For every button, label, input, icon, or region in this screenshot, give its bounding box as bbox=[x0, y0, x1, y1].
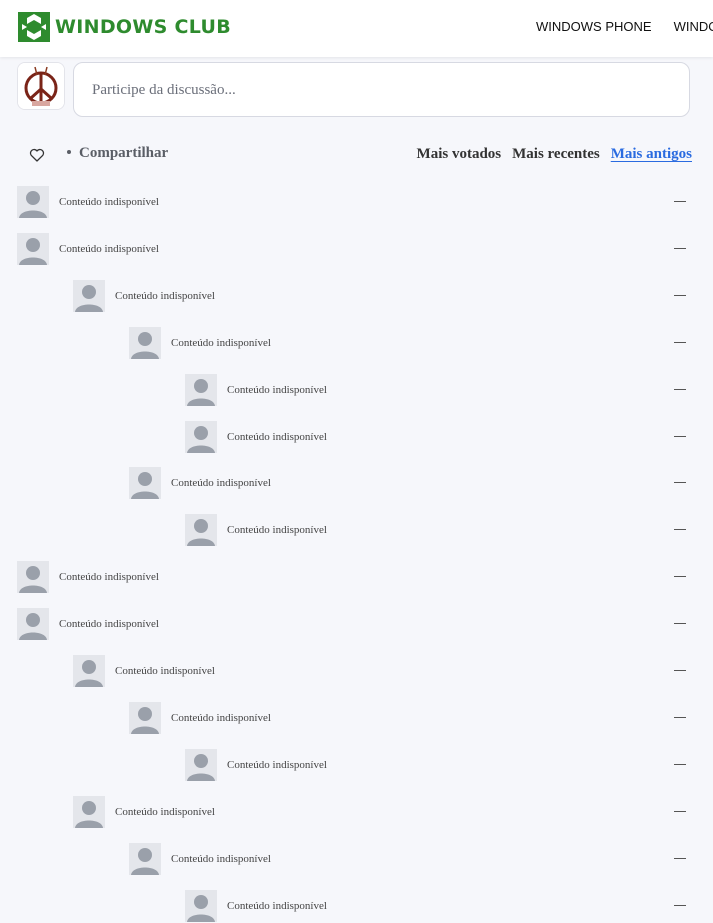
comment-item: Conteúdo indisponível bbox=[17, 232, 377, 266]
comment-item: Conteúdo indisponível bbox=[17, 185, 377, 219]
collapse-minus-icon[interactable] bbox=[674, 436, 686, 437]
comment-text: Conteúdo indisponível bbox=[227, 384, 327, 396]
comment-text: Conteúdo indisponível bbox=[227, 524, 327, 536]
avatar-placeholder-icon[interactable] bbox=[73, 280, 105, 312]
collapse-minus-icon[interactable] bbox=[674, 576, 686, 577]
collapse-minus-icon[interactable] bbox=[674, 201, 686, 202]
current-user-avatar[interactable] bbox=[17, 62, 65, 110]
comment-text: Conteúdo indisponível bbox=[59, 196, 159, 208]
collapse-minus-icon[interactable] bbox=[674, 764, 686, 765]
comment-text: Conteúdo indisponível bbox=[171, 712, 271, 724]
discussion-toolbar: Compartilhar Mais votados Mais recentes Ma… bbox=[0, 140, 713, 170]
collapse-minus-icon[interactable] bbox=[674, 529, 686, 530]
avatar-placeholder-icon[interactable] bbox=[17, 561, 49, 593]
sort-oldest[interactable]: Mais antigos bbox=[611, 146, 692, 162]
comment-item: Conteúdo indisponível bbox=[185, 373, 545, 407]
collapse-minus-icon[interactable] bbox=[674, 389, 686, 390]
share-button[interactable]: Compartilhar bbox=[67, 145, 168, 162]
peace-avatar-icon bbox=[18, 63, 64, 109]
bullet-dot-icon bbox=[67, 149, 71, 154]
collapse-minus-icon[interactable] bbox=[674, 342, 686, 343]
comment-text: Conteúdo indisponível bbox=[59, 618, 159, 630]
comment-item: Conteúdo indisponível bbox=[185, 748, 545, 782]
share-label: Compartilhar bbox=[79, 145, 169, 161]
comment-text: Conteúdo indisponível bbox=[115, 806, 215, 818]
comment-item: Conteúdo indisponível bbox=[129, 466, 489, 500]
avatar-placeholder-icon[interactable] bbox=[129, 843, 161, 875]
avatar-placeholder-icon[interactable] bbox=[185, 749, 217, 781]
comment-text: Conteúdo indisponível bbox=[115, 290, 215, 302]
collapse-minus-icon[interactable] bbox=[674, 670, 686, 671]
comment-item: Conteúdo indisponível bbox=[185, 889, 545, 923]
comment-text: Conteúdo indisponível bbox=[59, 243, 159, 255]
collapse-minus-icon[interactable] bbox=[674, 295, 686, 296]
comment-text: Conteúdo indisponível bbox=[59, 571, 159, 583]
avatar-placeholder-icon[interactable] bbox=[185, 890, 217, 922]
comment-text: Conteúdo indisponível bbox=[227, 900, 327, 912]
sort-most-recent[interactable]: Mais recentes bbox=[512, 146, 600, 162]
comment-item: Conteúdo indisponível bbox=[73, 795, 433, 829]
comment-item: Conteúdo indisponível bbox=[73, 279, 433, 313]
avatar-placeholder-icon[interactable] bbox=[17, 233, 49, 265]
avatar-placeholder-icon[interactable] bbox=[185, 421, 217, 453]
comment-item: Conteúdo indisponível bbox=[129, 842, 489, 876]
heart-icon[interactable] bbox=[29, 147, 45, 163]
avatar-placeholder-icon[interactable] bbox=[185, 514, 217, 546]
sort-most-voted[interactable]: Mais votados bbox=[417, 146, 502, 162]
comment-item: Conteúdo indisponível bbox=[185, 420, 545, 454]
comment-item: Conteúdo indisponível bbox=[17, 560, 377, 594]
collapse-minus-icon[interactable] bbox=[674, 858, 686, 859]
comment-input[interactable] bbox=[74, 63, 674, 118]
comment-text: Conteúdo indisponível bbox=[171, 853, 271, 865]
comment-item: Conteúdo indisponível bbox=[17, 607, 377, 641]
collapse-minus-icon[interactable] bbox=[674, 905, 686, 906]
top-navigation-bar: WINDOWS CLUB WINDOWS PHONE WINDOW bbox=[0, 0, 713, 57]
site-logo[interactable]: WINDOWS CLUB bbox=[18, 12, 231, 42]
comment-text: Conteúdo indisponível bbox=[115, 665, 215, 677]
avatar-placeholder-icon[interactable] bbox=[129, 467, 161, 499]
avatar-placeholder-icon[interactable] bbox=[129, 702, 161, 734]
comment-item: Conteúdo indisponível bbox=[129, 701, 489, 735]
comment-text: Conteúdo indisponível bbox=[171, 337, 271, 349]
avatar-placeholder-icon[interactable] bbox=[73, 796, 105, 828]
top-nav-menu: WINDOWS PHONE WINDOW bbox=[536, 19, 713, 34]
collapse-minus-icon[interactable] bbox=[674, 717, 686, 718]
comment-item: Conteúdo indisponível bbox=[73, 654, 433, 688]
nav-item-windows-phone[interactable]: WINDOWS PHONE bbox=[536, 19, 652, 34]
sort-options: Mais votados Mais recentes Mais antigos bbox=[406, 146, 692, 163]
avatar-placeholder-icon[interactable] bbox=[185, 374, 217, 406]
collapse-minus-icon[interactable] bbox=[674, 623, 686, 624]
avatar-placeholder-icon[interactable] bbox=[17, 608, 49, 640]
nav-item-windows[interactable]: WINDOW bbox=[674, 19, 713, 34]
comment-item: Conteúdo indisponível bbox=[129, 326, 489, 360]
windows-club-logo-icon bbox=[18, 12, 50, 42]
comment-text: Conteúdo indisponível bbox=[171, 477, 271, 489]
avatar-placeholder-icon[interactable] bbox=[17, 186, 49, 218]
comment-item: Conteúdo indisponível bbox=[185, 513, 545, 547]
collapse-minus-icon[interactable] bbox=[674, 811, 686, 812]
collapse-minus-icon[interactable] bbox=[674, 482, 686, 483]
comment-composer[interactable] bbox=[73, 62, 690, 118]
avatar-placeholder-icon[interactable] bbox=[73, 655, 105, 687]
logo-text: WINDOWS CLUB bbox=[55, 16, 231, 38]
collapse-minus-icon[interactable] bbox=[674, 248, 686, 249]
comment-text: Conteúdo indisponível bbox=[227, 759, 327, 771]
comment-text: Conteúdo indisponível bbox=[227, 431, 327, 443]
avatar-placeholder-icon[interactable] bbox=[129, 327, 161, 359]
